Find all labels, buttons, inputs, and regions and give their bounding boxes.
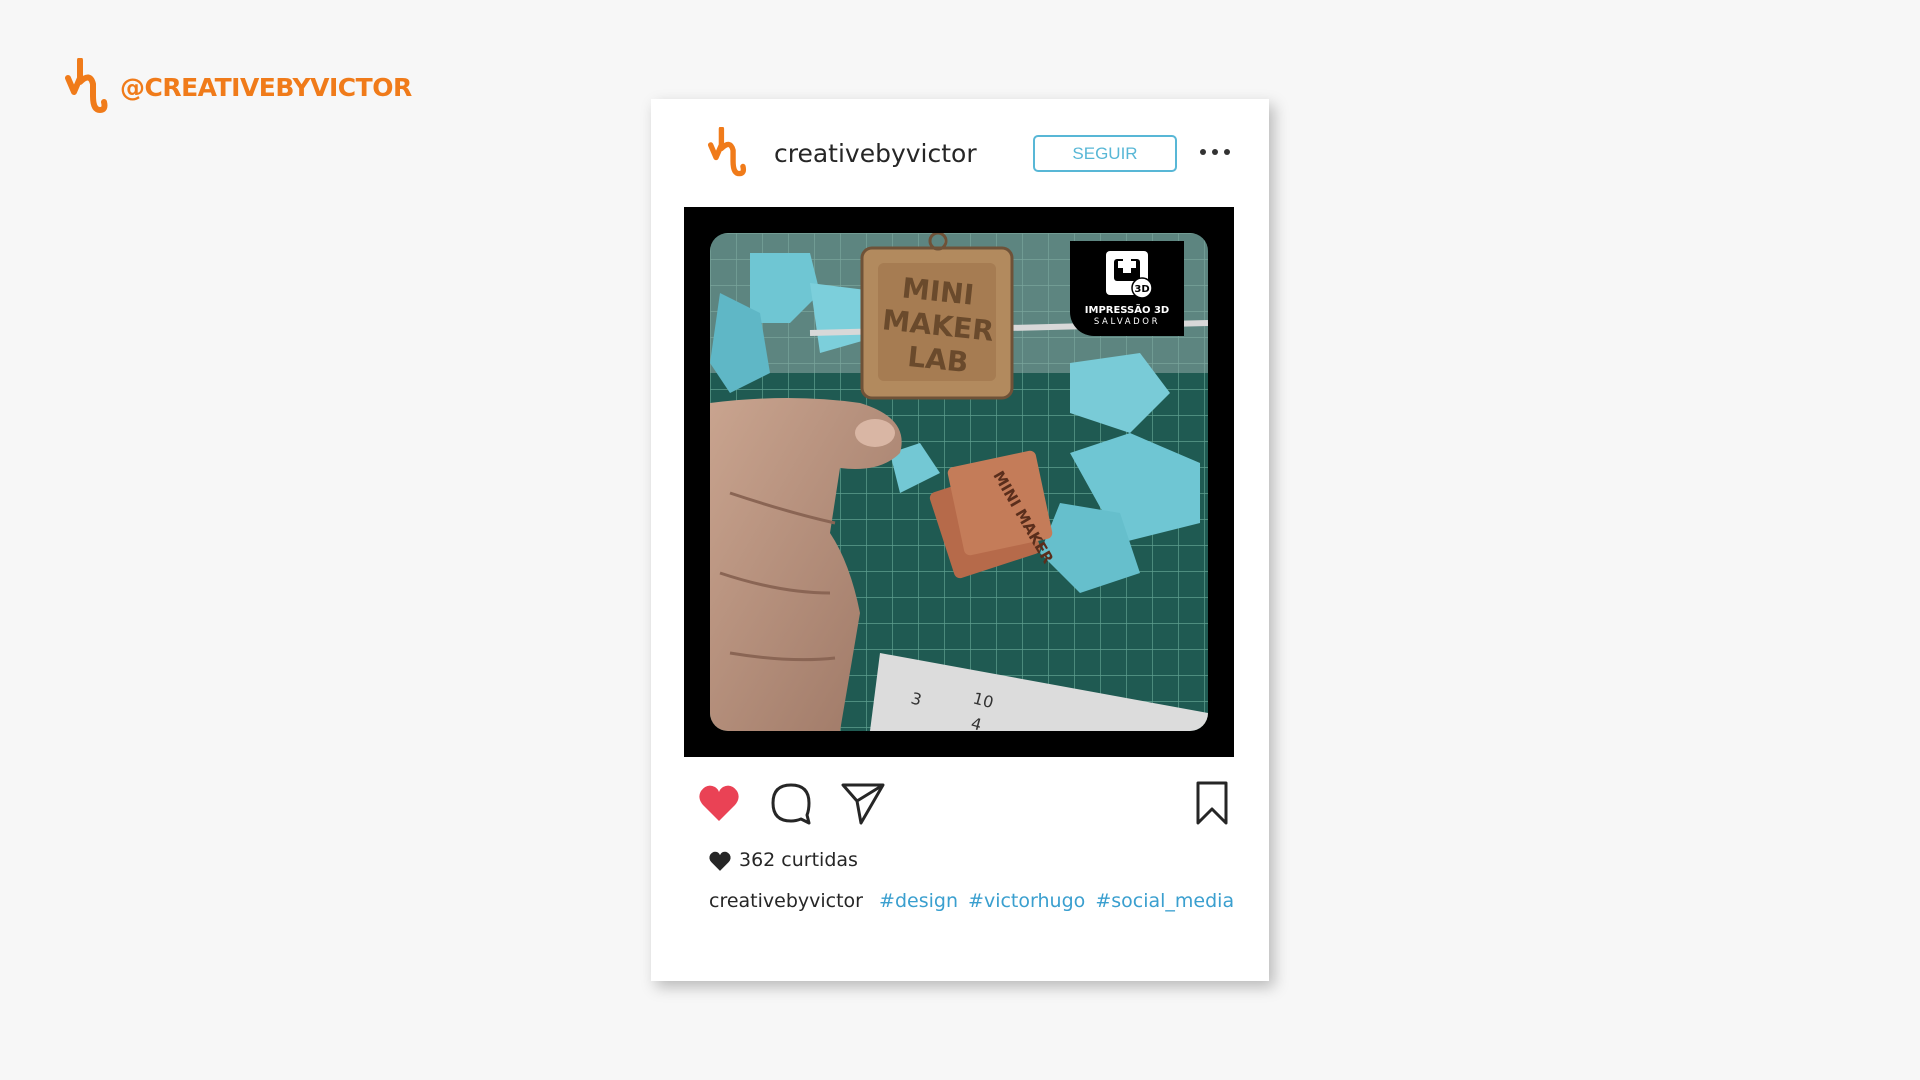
post-header: creativebyvictor SEGUIR xyxy=(651,99,1269,209)
hashtag-victorhugo[interactable]: #victorhugo xyxy=(968,890,1085,912)
svg-text:IMPRESSÃO 3D: IMPRESSÃO 3D xyxy=(1085,303,1169,316)
follow-button[interactable]: SEGUIR xyxy=(1033,135,1177,172)
impressao-3d-watermark: 3D IMPRESSÃO 3D SALVADOR xyxy=(1070,241,1184,336)
instagram-post-card: creativebyvictor SEGUIR 3 10 4 MINI MAKE… xyxy=(651,99,1269,981)
caption-username[interactable]: creativebyvictor xyxy=(709,890,863,912)
heart-filled-icon[interactable] xyxy=(695,779,743,827)
more-dots-icon[interactable] xyxy=(1200,141,1230,163)
hashtag-design[interactable]: #design xyxy=(879,890,958,912)
send-paper-plane-icon[interactable] xyxy=(839,779,887,827)
comment-bubble-icon[interactable] xyxy=(767,779,815,827)
svg-text:3D: 3D xyxy=(1134,284,1149,295)
post-caption: creativebyvictor #design #victorhugo #so… xyxy=(709,890,1238,912)
svg-text:LAB: LAB xyxy=(906,340,970,379)
likes-label: 362 curtidas xyxy=(739,849,858,871)
post-image-frame: 3 10 4 MINI MAKER MINI MAKER LAB 3D IMPR… xyxy=(684,207,1234,757)
creativebyvictor-logo-icon xyxy=(65,58,108,113)
hashtag-social-media[interactable]: #social_media xyxy=(1095,890,1234,912)
heart-small-icon xyxy=(709,851,731,871)
svg-text:SALVADOR: SALVADOR xyxy=(1094,317,1160,327)
brand-handle[interactable]: @CREATIVEBYVICTOR xyxy=(120,73,412,102)
brand-header: @CREATIVEBYVICTOR xyxy=(60,58,412,116)
bookmark-icon[interactable] xyxy=(1188,779,1236,827)
post-actions-bar xyxy=(651,779,1269,839)
likes-count[interactable]: 362 curtidas xyxy=(707,848,858,872)
post-photo[interactable]: 3 10 4 MINI MAKER MINI MAKER LAB 3D IMPR… xyxy=(710,233,1208,731)
post-username[interactable]: creativebyvictor xyxy=(774,139,977,168)
avatar[interactable] xyxy=(703,127,747,179)
